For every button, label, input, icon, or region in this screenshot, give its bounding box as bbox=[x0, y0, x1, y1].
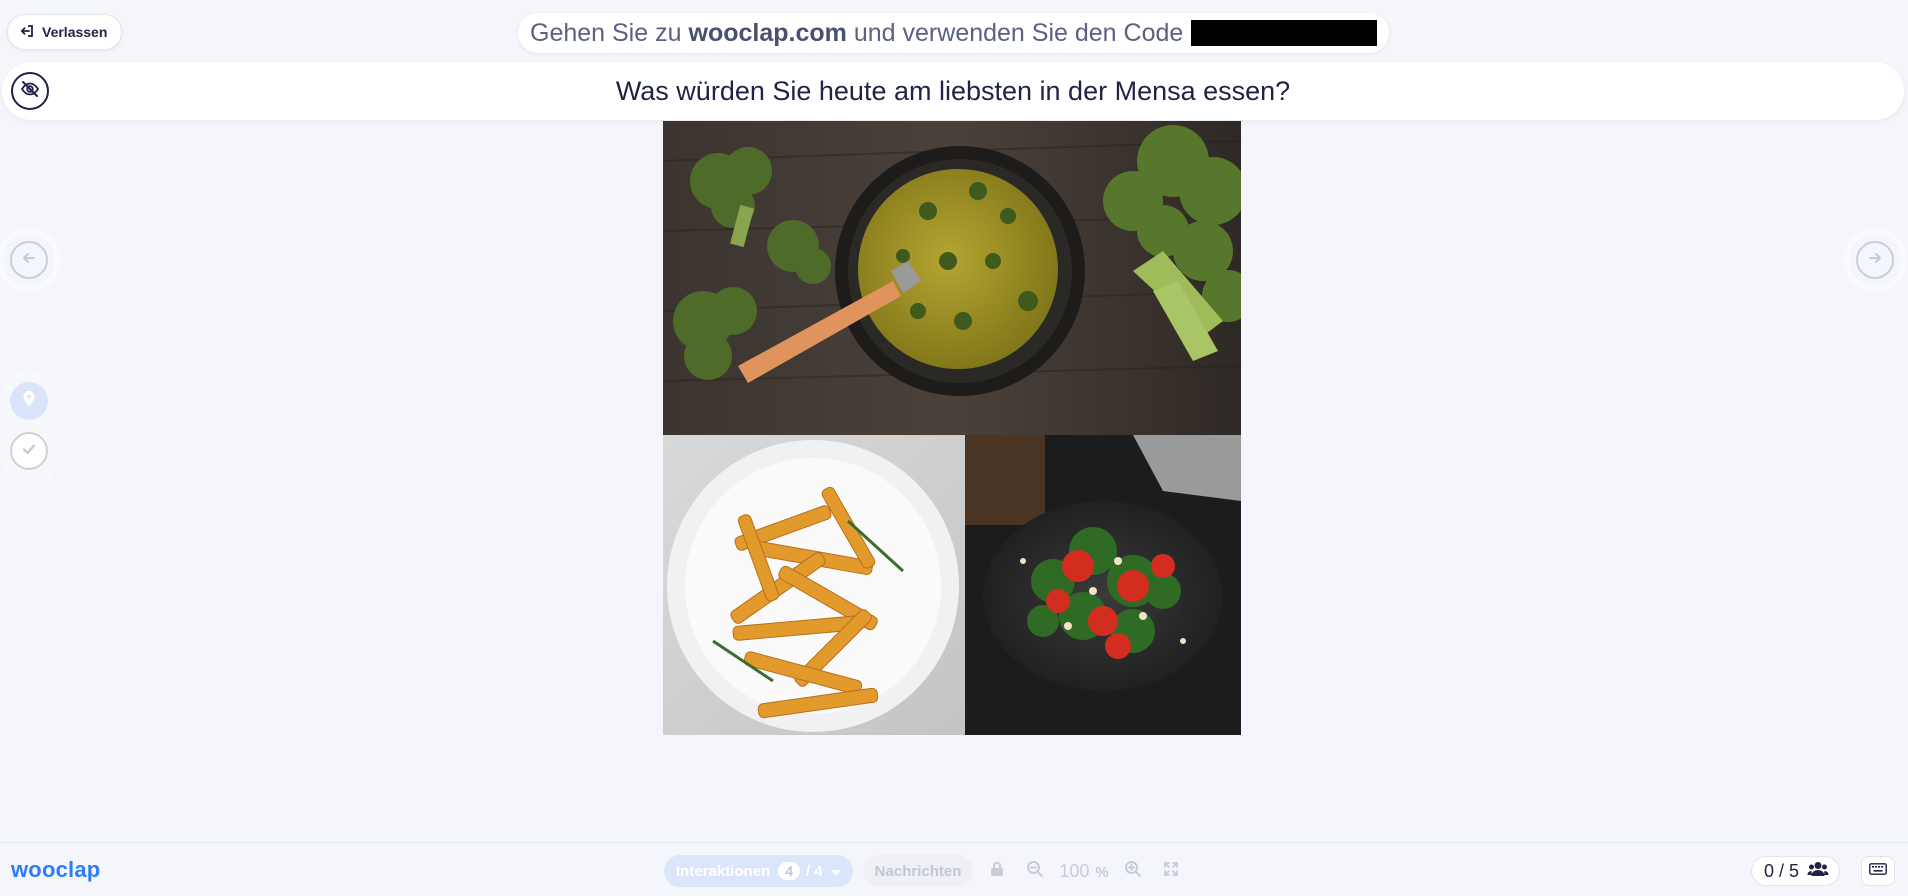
leave-label: Verlassen bbox=[42, 24, 108, 40]
leave-button[interactable]: Verlassen bbox=[7, 14, 123, 50]
hide-results-button[interactable] bbox=[11, 72, 49, 110]
eye-slash-icon bbox=[20, 79, 40, 104]
zoom-in-button[interactable] bbox=[1119, 857, 1147, 885]
show-correct-answer-button[interactable] bbox=[10, 432, 48, 470]
check-icon bbox=[21, 441, 37, 462]
interactions-current: 4 bbox=[778, 862, 800, 880]
map-pin-icon bbox=[22, 390, 36, 413]
zoom-out-icon bbox=[1026, 860, 1044, 883]
french-fries-image bbox=[663, 435, 965, 735]
presentation-toolbar: Interaktionen 4 / 4 Nachrichten 100 % bbox=[664, 855, 1185, 887]
zoom-value: 100 bbox=[1059, 860, 1090, 881]
zoom-level: 100 % bbox=[1059, 861, 1108, 882]
broccoli-soup-image bbox=[663, 121, 1241, 435]
fullscreen-button[interactable] bbox=[1157, 857, 1185, 885]
participants-value: 0 / 5 bbox=[1764, 860, 1800, 881]
question-bar: Was würden Sie heute am liebsten in der … bbox=[2, 62, 1904, 120]
question-image bbox=[663, 121, 1241, 735]
zoom-unit: % bbox=[1095, 863, 1109, 881]
interactions-count: 4 / 4 bbox=[778, 862, 823, 880]
messages-label: Nachrichten bbox=[874, 862, 962, 880]
keyboard-shortcuts-button[interactable] bbox=[1861, 856, 1895, 886]
join-suffix: und verwenden Sie den Code bbox=[853, 18, 1184, 47]
interactions-label: Interaktionen bbox=[676, 862, 771, 880]
join-banner: Gehen Sie zu wooclap.com und verwenden S… bbox=[518, 13, 1390, 53]
zoom-out-button[interactable] bbox=[1021, 857, 1049, 885]
question-title: Was würden Sie heute am liebsten in der … bbox=[615, 75, 1291, 106]
expand-icon bbox=[1163, 861, 1179, 882]
messages-button[interactable]: Nachrichten bbox=[862, 855, 974, 887]
previous-question-button[interactable] bbox=[3, 234, 55, 286]
footer-bar: wooclap Interaktionen 4 / 4 Nachrichten bbox=[0, 842, 1908, 896]
side-toolbar bbox=[2, 370, 56, 488]
join-prefix: Gehen Sie zu bbox=[530, 18, 682, 47]
tomato-salad-image bbox=[965, 435, 1241, 735]
lock-icon bbox=[990, 861, 1004, 882]
participants-counter[interactable]: 0 / 5 bbox=[1751, 856, 1841, 886]
event-code-redacted bbox=[1191, 20, 1378, 46]
next-question-button[interactable] bbox=[1849, 234, 1901, 286]
zoom-in-icon bbox=[1124, 860, 1142, 883]
caret-down-icon bbox=[830, 863, 841, 880]
pin-tool-button[interactable] bbox=[10, 382, 48, 420]
arrow-right-icon bbox=[1867, 250, 1883, 271]
arrow-left-icon bbox=[21, 250, 37, 271]
interactions-dropdown[interactable]: Interaktionen 4 / 4 bbox=[664, 855, 853, 887]
users-icon bbox=[1807, 861, 1829, 882]
exit-icon bbox=[20, 24, 34, 41]
join-site: wooclap.com bbox=[688, 18, 847, 47]
lock-button[interactable] bbox=[983, 857, 1011, 885]
wooclap-logo: wooclap bbox=[11, 857, 101, 882]
keyboard-icon bbox=[1869, 862, 1887, 880]
interactions-total: / 4 bbox=[805, 862, 823, 880]
